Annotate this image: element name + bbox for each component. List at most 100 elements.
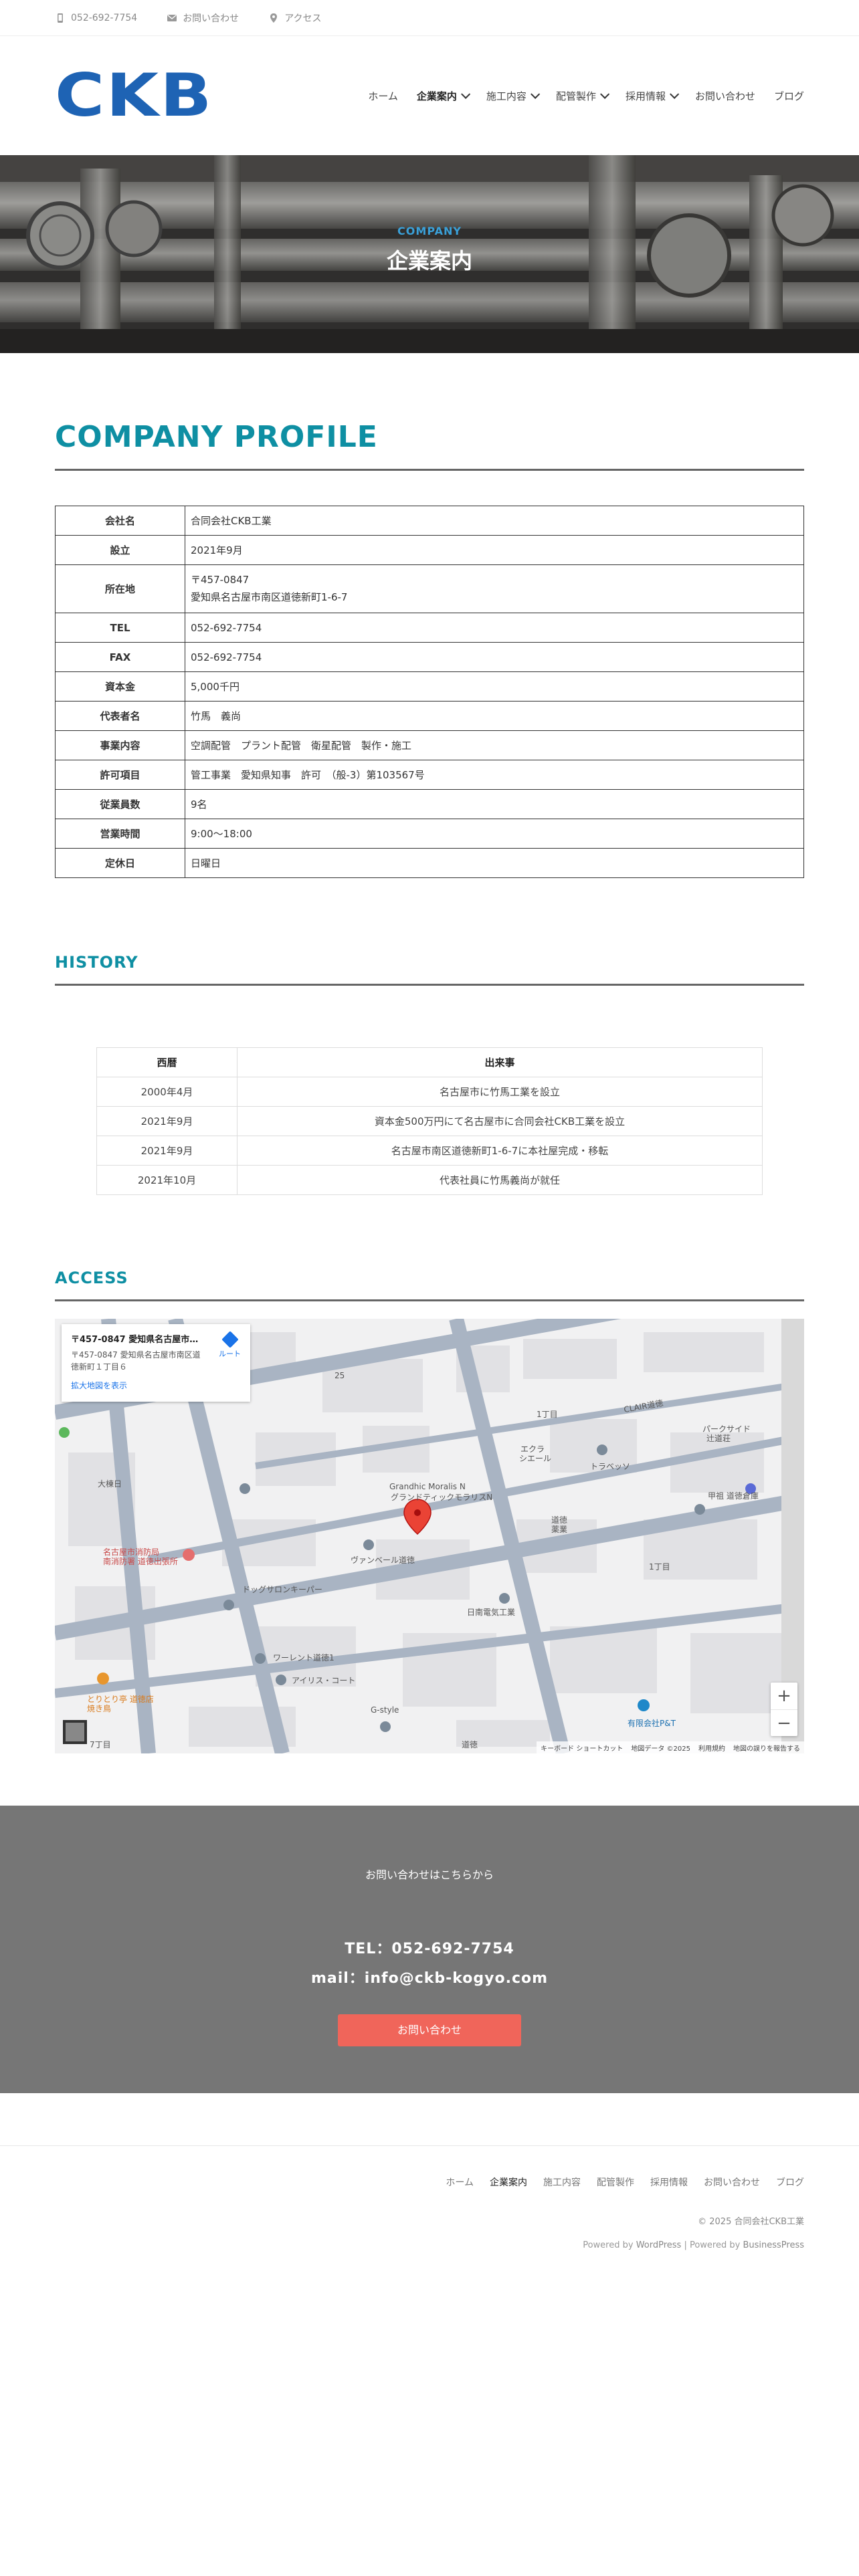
contact-button[interactable]: お問い合わせ	[338, 2014, 521, 2046]
history-header-row: 西暦 出来事	[96, 1047, 763, 1077]
profile-heading: COMPANY PROFILE	[55, 420, 378, 454]
profile-value: 052-692-7754	[185, 642, 804, 672]
map-card-address: 〒457-0847 愛知県名古屋市南区道徳新町１丁目６	[71, 1350, 201, 1372]
footer-nav-company[interactable]: 企業案内	[490, 2175, 527, 2189]
history-col-event: 出来事	[237, 1047, 763, 1077]
topbar-contact-text: お問い合わせ	[183, 13, 240, 24]
chevron-down-icon	[460, 89, 471, 99]
history-event: 代表社員に竹馬義尚が就任	[237, 1165, 763, 1195]
map-label: 有限会社P&T	[628, 1719, 676, 1728]
map-label: 7丁目	[90, 1740, 111, 1749]
footer-nav-recruit[interactable]: 採用情報	[650, 2175, 688, 2189]
map-info-card: 〒457-0847 愛知県名古屋市南... 〒457-0847 愛知県名古屋市南…	[62, 1324, 250, 1402]
site-header: CKB ホーム 企業案内 施工内容 配管製作 採用情報 お問い合わせ ブログ	[0, 36, 859, 155]
nav-home[interactable]: ホーム	[368, 89, 398, 103]
map-pin-icon	[270, 13, 278, 23]
map-report-link[interactable]: 地図の誤りを報告する	[733, 1743, 800, 1753]
map-label: 辻道荘	[706, 1434, 731, 1443]
topbar-phone[interactable]: 052-692-7754	[55, 13, 137, 23]
profile-value: 合同会社CKB工業	[185, 506, 804, 536]
nav-contact-label: お問い合わせ	[694, 90, 755, 102]
history-row: 2021年10月 代表社員に竹馬義尚が就任	[96, 1165, 763, 1195]
mail-icon	[167, 14, 177, 21]
profile-value: 9名	[185, 789, 804, 819]
profile-row: TEL 052-692-7754	[55, 613, 804, 643]
history-col-year: 西暦	[96, 1047, 237, 1077]
footer-nav-works[interactable]: 施工内容	[543, 2175, 581, 2189]
profile-label: 営業時間	[55, 819, 185, 849]
profile-value: 管工事業 愛知県知事 許可 （般-3）第103567号	[185, 760, 804, 790]
hero-text: COMPANY 企業案内	[0, 225, 859, 275]
profile-value: 空調配管 プラント配管 衛星配管 製作・施工	[185, 730, 804, 760]
nav-company[interactable]: 企業案内	[417, 89, 471, 103]
nav-works[interactable]: 施工内容	[486, 89, 541, 103]
google-map[interactable]: 25 1丁目 CLAIR道徳 パークサイド 辻道荘 エクラ シエール トラベッソ…	[55, 1319, 804, 1753]
chevron-down-icon	[670, 89, 680, 99]
hero-subtitle: COMPANY	[397, 225, 462, 237]
profile-row: 設立 2021年9月	[55, 535, 804, 565]
powered-by: Powered by WordPress | Powered by Busine…	[55, 2240, 804, 2250]
powered-sep: | Powered by	[681, 2240, 743, 2250]
map-label: ワーレント道徳1	[273, 1653, 335, 1662]
footer-nav-blog[interactable]: ブログ	[776, 2175, 804, 2189]
map-label: グランドティックモラリスN	[391, 1493, 493, 1502]
history-row: 2000年4月 名古屋市に竹馬工業を設立	[96, 1077, 763, 1107]
history-year: 2021年10月	[96, 1165, 237, 1195]
map-zoom-controls: + −	[771, 1683, 797, 1736]
history-heading: HISTORY	[55, 953, 138, 972]
topbar-phone-text: 052-692-7754	[71, 12, 138, 23]
map-route-button[interactable]: ルート	[219, 1331, 241, 1359]
profile-row: 資本金 5,000千円	[55, 671, 804, 702]
map-label: 南消防署 道徳出張所	[103, 1557, 178, 1566]
businesspress-link[interactable]: BusinessPress	[743, 2240, 804, 2250]
nav-contact[interactable]: お問い合わせ	[695, 89, 755, 103]
zoom-in-button[interactable]: +	[771, 1683, 797, 1709]
profile-row: 会社名 合同会社CKB工業	[55, 506, 804, 536]
map-label: 25	[335, 1371, 345, 1380]
hero-title: 企業案内	[386, 248, 472, 274]
profile-divider	[55, 469, 804, 471]
profile-label: 所在地	[55, 564, 185, 613]
map-label: G-style	[371, 1705, 399, 1715]
profile-label: 代表者名	[55, 701, 185, 731]
zoom-out-button[interactable]: −	[771, 1709, 797, 1736]
profile-label: TEL	[55, 613, 185, 643]
profile-label: 許可項目	[55, 760, 185, 790]
profile-label: FAX	[55, 642, 185, 672]
map-card-title: 〒457-0847 愛知県名古屋市南...	[71, 1335, 205, 1345]
profile-value: 竹馬 義尚	[185, 701, 804, 731]
map-data-text: 地図データ ©2025	[631, 1745, 690, 1753]
profile-row: 営業時間 9:00〜18:00	[55, 819, 804, 849]
nav-blog[interactable]: ブログ	[774, 89, 804, 103]
map-enlarge-link[interactable]: 拡大地図を表示	[71, 1380, 241, 1391]
nav-works-label: 施工内容	[486, 90, 527, 102]
main-nav: ホーム 企業案内 施工内容 配管製作 採用情報 お問い合わせ ブログ	[368, 89, 804, 103]
access-heading: ACCESS	[55, 1269, 128, 1287]
map-label: ヴァンベール道徳	[351, 1555, 415, 1565]
profile-value-line: 愛知県名古屋市南区道徳新町1-6-7	[191, 591, 348, 603]
profile-value: 5,000千円	[185, 671, 804, 702]
profile-value-line: 〒457-0847	[191, 574, 250, 586]
footer-nav-piping[interactable]: 配管製作	[597, 2175, 634, 2189]
map-label: ドッグサロンキーパー	[242, 1585, 322, 1594]
history-year: 2021年9月	[96, 1106, 237, 1136]
map-terms-link[interactable]: 利用規約	[698, 1743, 725, 1753]
profile-row: 従業員数 9名	[55, 789, 804, 819]
map-label: 1丁目	[537, 1410, 558, 1419]
profile-row: 定休日 日曜日	[55, 848, 804, 878]
site-logo[interactable]: CKB	[55, 66, 213, 125]
history-event: 資本金500万円にて名古屋市に合同会社CKB工業を設立	[237, 1106, 763, 1136]
footer-nav-contact[interactable]: お問い合わせ	[704, 2175, 760, 2189]
topbar-access[interactable]: アクセス	[268, 11, 322, 25]
profile-label: 従業員数	[55, 789, 185, 819]
footer-nav-home[interactable]: ホーム	[446, 2175, 474, 2189]
map-shortcuts-link[interactable]: キーボード ショートカット	[541, 1743, 623, 1753]
profile-label: 資本金	[55, 671, 185, 702]
nav-piping[interactable]: 配管製作	[556, 89, 610, 103]
wordpress-link[interactable]: WordPress	[636, 2240, 682, 2250]
profile-value: 2021年9月	[185, 535, 804, 565]
topbar-contact[interactable]: お問い合わせ	[167, 11, 239, 25]
nav-recruit[interactable]: 採用情報	[626, 89, 680, 103]
map-label: 甲祖 道徳倉庫	[708, 1491, 759, 1501]
map-label: トラベッソ	[590, 1462, 631, 1471]
